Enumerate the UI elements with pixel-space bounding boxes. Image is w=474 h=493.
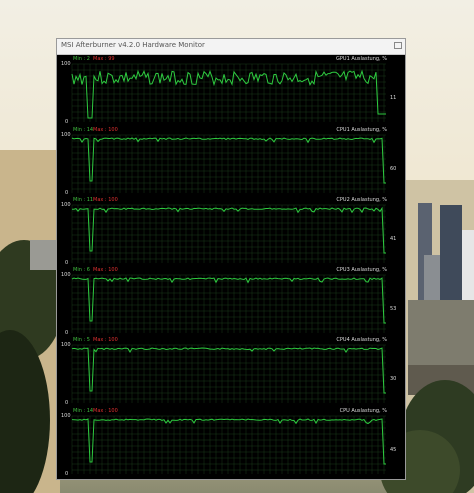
current-value: 45	[390, 447, 397, 453]
y-axis-max: 100	[61, 202, 71, 208]
graph-title: CPU1 Auslastung, %	[336, 127, 387, 133]
graph-trace	[71, 206, 386, 254]
graph-5[interactable]: Min : 5 Max : 100 CPU4 Auslastung, % 100 0 30	[57, 336, 405, 406]
graph-title: GPU1 Auslastung, %	[336, 56, 387, 62]
graph-plot	[71, 274, 386, 333]
min-value-label: Min : 2	[73, 56, 90, 62]
graph-1[interactable]: Min : 2 Max : 99 GPU1 Auslastung, % 100 0 11	[57, 55, 405, 125]
graph-title: CPU Auslastung, %	[339, 408, 387, 414]
y-axis-min: 0	[65, 400, 69, 406]
max-value-label: Max : 100	[93, 197, 118, 203]
current-value: 11	[390, 95, 397, 101]
y-axis-max: 100	[61, 61, 71, 67]
max-value-label: Max : 100	[93, 267, 118, 273]
graph-4[interactable]: Min : 6 Max : 100 CPU3 Auslastung, % 100 0 53	[57, 266, 405, 336]
y-axis-min: 0	[65, 471, 69, 477]
max-value-label: Max : 100	[93, 127, 118, 133]
current-value: 60	[390, 166, 397, 172]
min-value-label: Min : 6	[73, 267, 90, 273]
y-axis-max: 100	[61, 132, 71, 138]
min-value-label: Min : 5	[73, 337, 90, 343]
max-value-label: Max : 100	[93, 337, 118, 343]
current-value: 53	[390, 306, 397, 312]
graph-2[interactable]: Min : 14 Max : 100 CPU1 Auslastung, % 100 0 6…	[57, 126, 405, 196]
graph-plot	[71, 415, 386, 474]
min-value-label: Min : 11	[73, 197, 94, 203]
graph-title: CPU4 Auslastung, %	[336, 337, 387, 343]
window-title: MSI Afterburner v4.2.0 Hardware Monitor	[61, 41, 205, 49]
min-value-label: Min : 14	[73, 127, 94, 133]
y-axis-max: 100	[61, 342, 71, 348]
max-value-label: Max : 100	[93, 408, 118, 414]
maximize-button[interactable]	[394, 42, 402, 49]
graph-title: CPU3 Auslastung, %	[336, 267, 387, 273]
y-axis-max: 100	[61, 413, 71, 419]
y-axis-max: 100	[61, 272, 71, 278]
title-bar[interactable]: MSI Afterburner v4.2.0 Hardware Monitor	[57, 39, 405, 55]
current-value: 30	[390, 376, 397, 382]
graph-trace	[71, 277, 386, 324]
graph-6[interactable]: Min : 14 Max : 100 CPU Auslastung, % 100 0 45	[57, 407, 405, 477]
graph-3[interactable]: Min : 11 Max : 100 CPU2 Auslastung, % 100 0 4…	[57, 196, 405, 266]
max-value-label: Max : 99	[93, 56, 115, 62]
graph-plot	[71, 63, 386, 122]
graph-trace	[71, 69, 386, 119]
graph-plot	[71, 134, 386, 193]
y-axis-min: 0	[65, 119, 69, 125]
graph-trace	[71, 137, 386, 184]
graph-trace	[71, 418, 386, 465]
hardware-monitor-window[interactable]: MSI Afterburner v4.2.0 Hardware Monitor …	[56, 38, 406, 480]
graph-plot	[71, 344, 386, 403]
graph-plot	[71, 204, 386, 263]
graph-title: CPU2 Auslastung, %	[336, 197, 387, 203]
graph-trace	[71, 347, 386, 394]
current-value: 41	[390, 236, 397, 242]
min-value-label: Min : 14	[73, 408, 94, 414]
